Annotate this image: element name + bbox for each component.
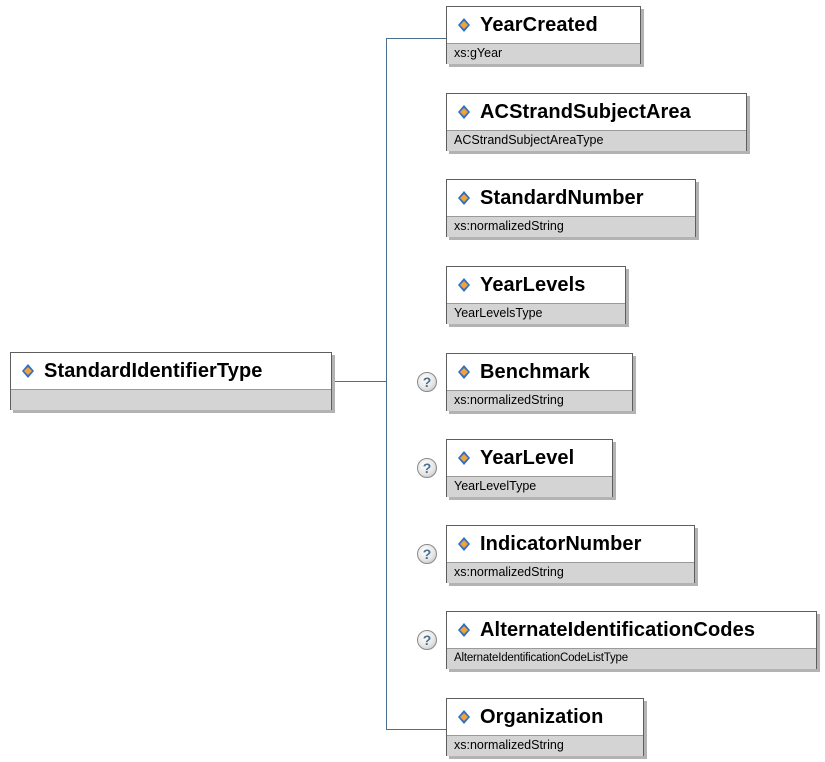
optional-icon: ? [417, 630, 437, 650]
element-icon [458, 278, 470, 292]
element-icon [458, 191, 470, 205]
child-name: ACStrandSubjectArea [480, 100, 691, 123]
child-node-yearlevels[interactable]: YearLevels YearLevelsType [446, 266, 626, 324]
child-node-acstrandsubjectarea[interactable]: ACStrandSubjectArea ACStrandSubjectAreaT… [446, 93, 747, 151]
child-type: xs:normalizedString [447, 390, 632, 411]
element-icon [458, 365, 470, 379]
child-name: AlternateIdentificationCodes [480, 618, 756, 641]
child-name: Organization [480, 705, 604, 728]
child-type: xs:gYear [447, 43, 640, 64]
root-connector [332, 381, 386, 382]
root-name: StandardIdentifierType [44, 359, 263, 382]
child-name: IndicatorNumber [480, 532, 642, 555]
element-icon [458, 451, 470, 465]
child-type: YearLevelsType [447, 303, 625, 324]
child-node-indicatornumber[interactable]: IndicatorNumber xs:normalizedString [446, 525, 695, 583]
element-icon [458, 710, 470, 724]
connector-organization [386, 729, 446, 730]
element-icon [458, 18, 470, 32]
child-name: Benchmark [480, 360, 590, 383]
child-name: YearLevels [480, 273, 586, 296]
child-name: YearCreated [480, 13, 598, 36]
child-node-benchmark[interactable]: Benchmark xs:normalizedString [446, 353, 633, 411]
element-icon [458, 623, 470, 637]
child-name: StandardNumber [480, 186, 644, 209]
tree-trunk [386, 38, 387, 730]
child-type: AlternateIdentificationCodeListType [447, 648, 816, 669]
child-type: xs:normalizedString [447, 735, 643, 756]
root-node[interactable]: StandardIdentifierType [10, 352, 332, 410]
optional-icon: ? [417, 372, 437, 392]
element-icon [458, 105, 470, 119]
child-node-standardnumber[interactable]: StandardNumber xs:normalizedString [446, 179, 696, 237]
child-type: ACStrandSubjectAreaType [447, 130, 746, 151]
child-node-alternateidentificationcodes[interactable]: AlternateIdentificationCodes AlternateId… [446, 611, 817, 669]
optional-icon: ? [417, 544, 437, 564]
child-type: xs:normalizedString [447, 562, 694, 583]
child-node-organization[interactable]: Organization xs:normalizedString [446, 698, 644, 756]
element-icon [458, 537, 470, 551]
connector-yearcreated [386, 38, 446, 39]
child-type: xs:normalizedString [447, 216, 695, 237]
element-icon [22, 364, 34, 378]
child-type: YearLevelType [447, 476, 612, 497]
child-node-yearlevel[interactable]: YearLevel YearLevelType [446, 439, 613, 497]
root-type [11, 389, 331, 410]
child-node-yearcreated[interactable]: YearCreated xs:gYear [446, 6, 641, 64]
child-name: YearLevel [480, 446, 575, 469]
optional-icon: ? [417, 458, 437, 478]
